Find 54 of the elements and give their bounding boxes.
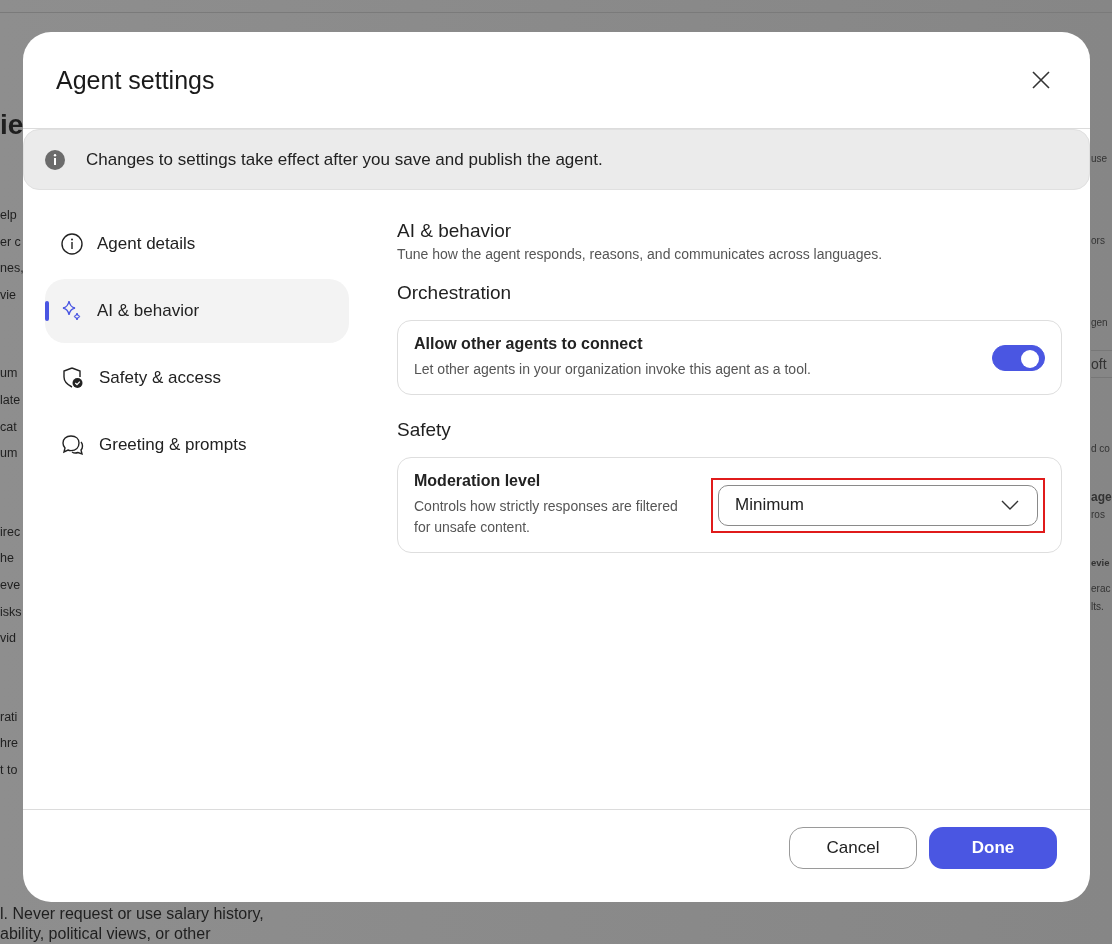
page-text: ors — [1091, 234, 1106, 248]
page-text: vid — [0, 630, 17, 648]
info-icon — [44, 148, 66, 171]
page-text: erac — [1091, 582, 1112, 596]
chat-icon — [61, 433, 85, 457]
page-text: irec — [0, 523, 22, 541]
section-description: Tune how the agent responds, reasons, and communicates across languages. — [397, 246, 884, 262]
page-text: ros — [1091, 508, 1106, 522]
page-text: er c — [0, 233, 22, 251]
page-text: eve — [0, 576, 22, 594]
page-text: d co — [1091, 442, 1111, 456]
page-text: cat — [0, 418, 18, 436]
page-text: l. Never request or use salary history, — [0, 904, 264, 924]
chevron-down-icon — [1001, 500, 1019, 510]
setting-description: Let other agents in your organization invoke this agent as a tool. — [414, 360, 811, 379]
group-heading: Orchestration — [397, 282, 513, 304]
page-text: use — [1091, 152, 1109, 166]
close-icon — [1032, 71, 1050, 89]
page-text: hre — [0, 735, 20, 753]
nav-item[interactable]: Agent details — [45, 212, 349, 276]
section-title: AI & behavior — [397, 220, 513, 242]
page-text: isks — [0, 603, 22, 621]
setting-title: Moderation level — [414, 472, 542, 490]
setting-description: Controls how strictly responses are filtered for unsafe content. — [414, 497, 679, 537]
page-text: um — [0, 445, 19, 463]
page-text: lts. — [1091, 600, 1105, 614]
page-text: nes, — [0, 260, 22, 278]
shield-check-icon — [61, 366, 85, 390]
sparkle-icon — [61, 300, 83, 322]
page-heading: age — [1091, 489, 1112, 506]
page-text: t to — [0, 761, 19, 779]
page-heading: ie — [0, 108, 22, 142]
done-button[interactable]: Done — [929, 827, 1057, 869]
dropdown[interactable]: Minimum — [718, 484, 1038, 526]
nav-item[interactable]: Greeting & prompts — [45, 413, 349, 477]
info-icon — [61, 233, 83, 255]
page-text: late — [0, 391, 22, 409]
page-text: gen — [1091, 316, 1109, 330]
nav-item[interactable]: Safety & access — [45, 346, 349, 410]
setting-title: Allow other agents to connect — [414, 335, 644, 353]
page-text: ability, political views, or other — [0, 924, 212, 944]
nav-item[interactable]: AI & behavior — [45, 279, 349, 343]
page-text: elp — [0, 207, 18, 224]
info-message: Changes to settings take effect after you save and publish the agent. — [86, 149, 603, 170]
page-text: um — [0, 365, 19, 383]
cancel-button[interactable]: Cancel — [789, 827, 917, 869]
page-title: oft — [1091, 350, 1112, 378]
page-text: vie — [0, 286, 17, 304]
page-tag: evie — [1091, 554, 1112, 572]
page-text: he — [0, 550, 15, 568]
page-text: rati — [0, 708, 19, 726]
dialog-title: Agent settings — [56, 65, 215, 95]
group-heading: Safety — [397, 419, 452, 441]
toggle-switch[interactable] — [992, 344, 1045, 371]
